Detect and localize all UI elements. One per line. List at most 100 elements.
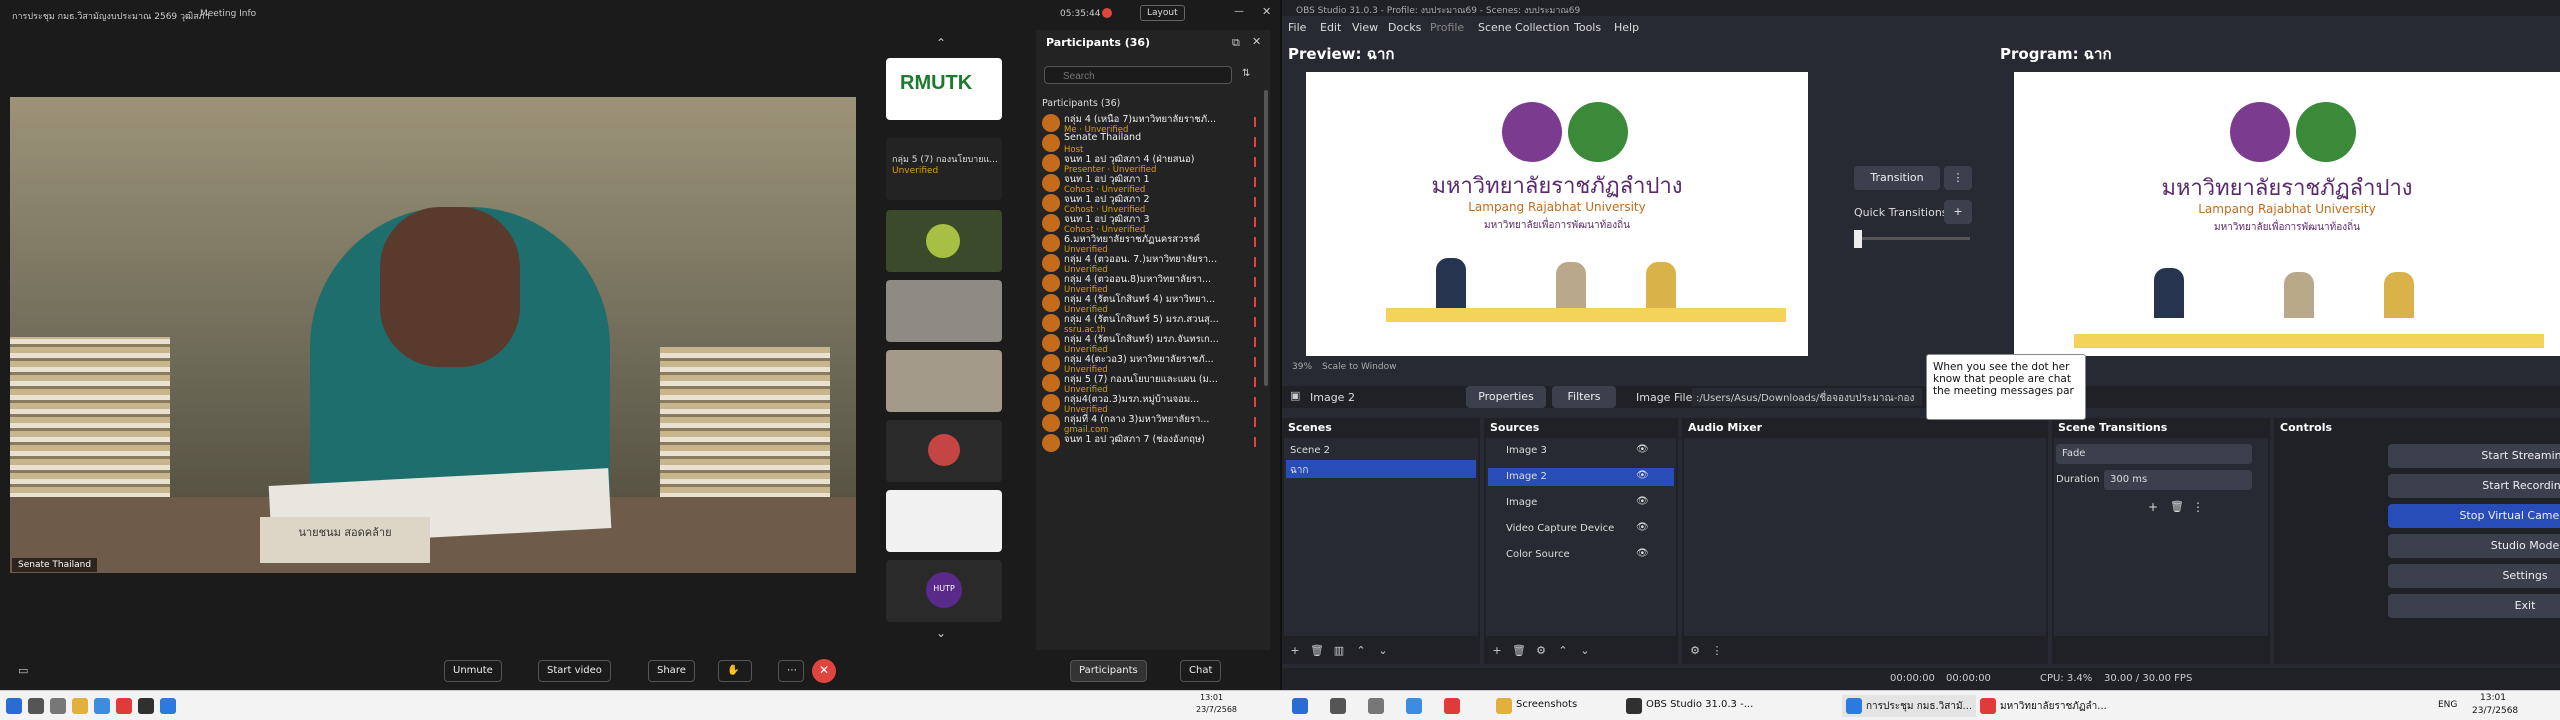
scene-item[interactable]: Scene 2 [1286, 442, 1476, 460]
start-icon[interactable] [6, 698, 22, 714]
chat-button[interactable]: Chat [1180, 660, 1222, 682]
edge-icon[interactable] [94, 698, 110, 714]
menu-edit[interactable]: Edit [1320, 21, 1341, 34]
thumbnail[interactable] [886, 490, 1002, 552]
menu-docks[interactable]: Docks [1388, 21, 1421, 34]
duration-input[interactable]: 300 ms [2104, 470, 2252, 490]
participants-section-label[interactable]: Participants (36) [1042, 98, 1120, 109]
search-icon[interactable] [1330, 698, 1346, 714]
t-bar-handle[interactable] [1854, 230, 1862, 248]
meeting-info-button[interactable]: Meeting Info [200, 9, 256, 19]
participants-button[interactable]: Participants [1070, 660, 1147, 682]
preview-canvas[interactable]: มหาวิทยาลัยราชภัฏลำปาง Lampang Rajabhat … [1306, 72, 1808, 356]
move-up-icon[interactable]: ⌃ [1556, 644, 1570, 658]
thumbnail[interactable] [886, 350, 1002, 412]
start-icon[interactable] [1292, 698, 1308, 714]
start-video-button[interactable]: Start video [538, 660, 611, 682]
menu-profile[interactable]: Profile [1430, 21, 1464, 34]
clock-date[interactable]: 23/7/2568 [2472, 706, 2518, 716]
remove-icon[interactable]: 🗑 [1512, 644, 1526, 658]
menu-help[interactable]: Help [1614, 21, 1639, 34]
share-button[interactable]: Share [648, 660, 695, 682]
scene-item-selected[interactable]: ฉาก [1286, 460, 1476, 478]
chrome-icon [1980, 698, 1996, 714]
t-bar-track [1854, 237, 1970, 240]
more-icon[interactable]: ⋯ [778, 660, 804, 682]
zoom-icon[interactable] [160, 698, 176, 714]
taskbar-item-zoom[interactable]: การประชุม กมธ.วิสามั... [1842, 695, 1977, 717]
thumbnail[interactable]: HUTP [886, 560, 1002, 622]
transition-select[interactable]: Fade [2056, 444, 2252, 464]
remove-icon[interactable]: 🗑 [1310, 644, 1324, 658]
menu-scene-collection[interactable]: Scene Collection [1478, 21, 1569, 34]
close-icon[interactable]: ✕ [1262, 5, 1271, 18]
chrome-icon[interactable] [1444, 698, 1460, 714]
remove-icon[interactable]: 🗑 [2170, 500, 2184, 513]
explorer-icon[interactable] [72, 698, 88, 714]
gear-icon[interactable]: ⚙ [1534, 644, 1548, 658]
move-down-icon[interactable]: ⌄ [1376, 644, 1390, 658]
thumbnail[interactable] [886, 210, 1002, 272]
search-icon[interactable] [28, 698, 44, 714]
thumbnail[interactable] [886, 420, 1002, 482]
chevron-down-icon[interactable]: ⌄ [936, 626, 946, 640]
participant-search-input[interactable] [1044, 66, 1232, 84]
sort-icon[interactable]: ⇅ [1242, 68, 1250, 79]
add-quick-transition-icon[interactable]: + [1944, 200, 1972, 224]
exit-button[interactable]: Exit [2388, 594, 2560, 618]
add-icon[interactable]: + [1490, 644, 1504, 658]
sources-dock: Sources Image 3 Image 2 Image Video Capt… [1484, 418, 1678, 664]
add-icon[interactable]: + [2148, 500, 2158, 514]
layout-button[interactable]: Layout [1140, 5, 1185, 21]
captions-icon[interactable]: ▭ [18, 664, 28, 677]
transition-menu-icon[interactable]: ⋮ [1944, 166, 1972, 190]
image-file-input[interactable]: :/Users/Asus/Downloads/ชื่อจองบประมาณ-กอ… [1692, 388, 1922, 406]
filters-button[interactable]: Filters [1552, 386, 1616, 408]
popout-icon[interactable]: ⧉ [1232, 36, 1240, 50]
move-down-icon[interactable]: ⌄ [1578, 644, 1592, 658]
scrollbar[interactable] [1264, 90, 1268, 386]
taskbar-item-obs[interactable]: OBS Studio 31.0.3 -... [1622, 695, 1757, 717]
minimize-icon[interactable]: — [1234, 6, 1244, 17]
thumbnail-avatar [926, 224, 960, 258]
add-icon[interactable]: + [1288, 644, 1302, 658]
gear-icon[interactable]: ⚙ [1688, 644, 1702, 658]
clock-time[interactable]: 13:01 [2480, 693, 2506, 703]
more-icon[interactable]: ⋮ [1710, 644, 1724, 658]
visibility-icon[interactable]: 👁 [1636, 470, 1649, 481]
visibility-icon[interactable]: 👁 [1636, 444, 1649, 455]
unmute-button[interactable]: Unmute [444, 660, 502, 682]
taskview-icon[interactable] [50, 698, 66, 714]
menu-view[interactable]: View [1352, 21, 1378, 34]
close-panel-icon[interactable]: ✕ [1252, 35, 1261, 48]
more-icon[interactable]: ⋮ [2192, 500, 2204, 514]
obs-icon[interactable] [138, 698, 154, 714]
menu-tools[interactable]: Tools [1574, 21, 1601, 34]
transition-button[interactable]: Transition [1854, 166, 1940, 190]
raise-hand-icon[interactable]: ✋ [718, 660, 752, 682]
studio-mode-button[interactable]: Studio Mode [2388, 534, 2560, 558]
taskbar-item-browser[interactable]: มหาวิทยาลัยราชภัฏลำ... [1976, 695, 2111, 717]
leave-icon[interactable]: ✕ [812, 659, 836, 683]
chevron-up-icon[interactable]: ⌃ [936, 36, 946, 50]
thumbnail[interactable]: กลุ่ม 5 (7) กองนโยบายแ... Unverified [886, 138, 1002, 200]
participant-row[interactable]: จนท 1 อป วุฒิสภา 7 (ช่องอังกฤษ) [1042, 432, 1262, 462]
scale-mode[interactable]: Scale to Window [1322, 362, 1396, 372]
thumbnail[interactable] [886, 280, 1002, 342]
visibility-icon[interactable]: 👁 [1636, 496, 1649, 507]
chrome-icon[interactable] [116, 698, 132, 714]
start-streaming-button[interactable]: Start Streaming [2388, 444, 2560, 468]
edge-icon[interactable] [1406, 698, 1422, 714]
visibility-icon[interactable]: 👁 [1636, 522, 1649, 533]
settings-button[interactable]: Settings [2388, 564, 2560, 588]
thumbnail[interactable]: RMUTK [886, 58, 1002, 120]
menu-file[interactable]: File [1288, 21, 1306, 34]
start-recording-button[interactable]: Start Recording [2388, 474, 2560, 498]
move-up-icon[interactable]: ⌃ [1354, 644, 1368, 658]
properties-button[interactable]: Properties [1466, 386, 1546, 408]
taskview-icon[interactable] [1368, 698, 1384, 714]
filter-icon[interactable]: ▥ [1332, 644, 1346, 658]
input-language[interactable]: ENG [2438, 700, 2457, 710]
visibility-icon[interactable]: 👁 [1636, 548, 1649, 559]
stop-virtual-camera-button[interactable]: Stop Virtual Camera [2388, 504, 2560, 528]
